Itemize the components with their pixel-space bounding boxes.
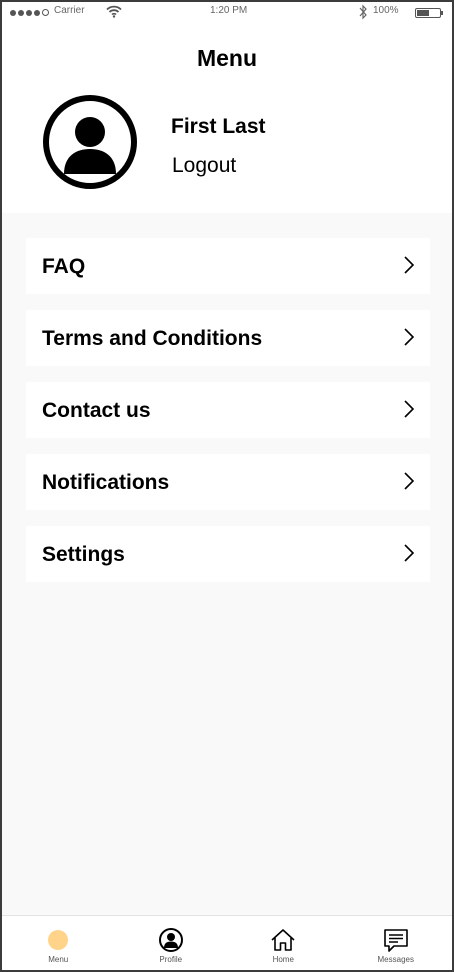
page-title: Menu: [196, 45, 258, 71]
chevron-right-icon: [402, 399, 416, 419]
menu-item-terms[interactable]: Terms and Conditions: [26, 310, 430, 366]
tab-messages[interactable]: Messages: [340, 916, 453, 970]
tab-bar: Menu Profile Home Messages: [2, 915, 452, 970]
tab-menu[interactable]: Menu: [2, 916, 115, 970]
user-name: First Last: [171, 115, 266, 138]
tab-label: Menu: [48, 955, 69, 964]
home-icon: [270, 927, 296, 953]
chevron-right-icon: [402, 543, 416, 563]
status-bar: Carrier 1:20 PM 100%: [2, 2, 452, 24]
status-time: 1:20 PM: [210, 5, 248, 16]
menu-item-label: Terms and Conditions: [42, 327, 263, 350]
signal-strength-icon: [10, 9, 49, 16]
menu-item-notifications[interactable]: Notifications: [26, 454, 430, 510]
tab-profile[interactable]: Profile: [115, 916, 228, 970]
tab-label: Home: [272, 955, 294, 964]
menu-list: FAQ Terms and Conditions Contact us Noti…: [26, 238, 430, 598]
menu-item-contact[interactable]: Contact us: [26, 382, 430, 438]
chevron-right-icon: [402, 471, 416, 491]
battery-level-fill: [417, 10, 429, 16]
tab-label: Messages: [377, 955, 414, 964]
tab-label: Profile: [159, 955, 183, 964]
app-screen: Carrier 1:20 PM 100% Menu First Last Log…: [0, 0, 454, 972]
chevron-right-icon: [402, 255, 416, 275]
menu-item-faq[interactable]: FAQ: [26, 238, 430, 294]
avatar-icon: [42, 94, 138, 190]
menu-item-label: Contact us: [42, 399, 151, 422]
menu-item-label: FAQ: [42, 255, 86, 278]
wifi-icon: [106, 5, 122, 21]
menu-item-settings[interactable]: Settings: [26, 526, 430, 582]
profile-header: Menu First Last Logout: [2, 24, 452, 213]
carrier-label: Carrier: [54, 5, 85, 16]
tab-home[interactable]: Home: [227, 916, 340, 970]
logout-button[interactable]: Logout: [172, 154, 236, 178]
bluetooth-icon: [358, 4, 368, 23]
battery-icon: [415, 8, 443, 18]
messages-icon: [383, 927, 409, 953]
menu-item-label: Notifications: [42, 471, 170, 494]
menu-dot-icon: [48, 930, 69, 950]
profile-icon: [158, 927, 184, 953]
chevron-right-icon: [402, 327, 416, 347]
battery-percent: 100%: [373, 5, 399, 16]
menu-item-label: Settings: [42, 543, 125, 566]
